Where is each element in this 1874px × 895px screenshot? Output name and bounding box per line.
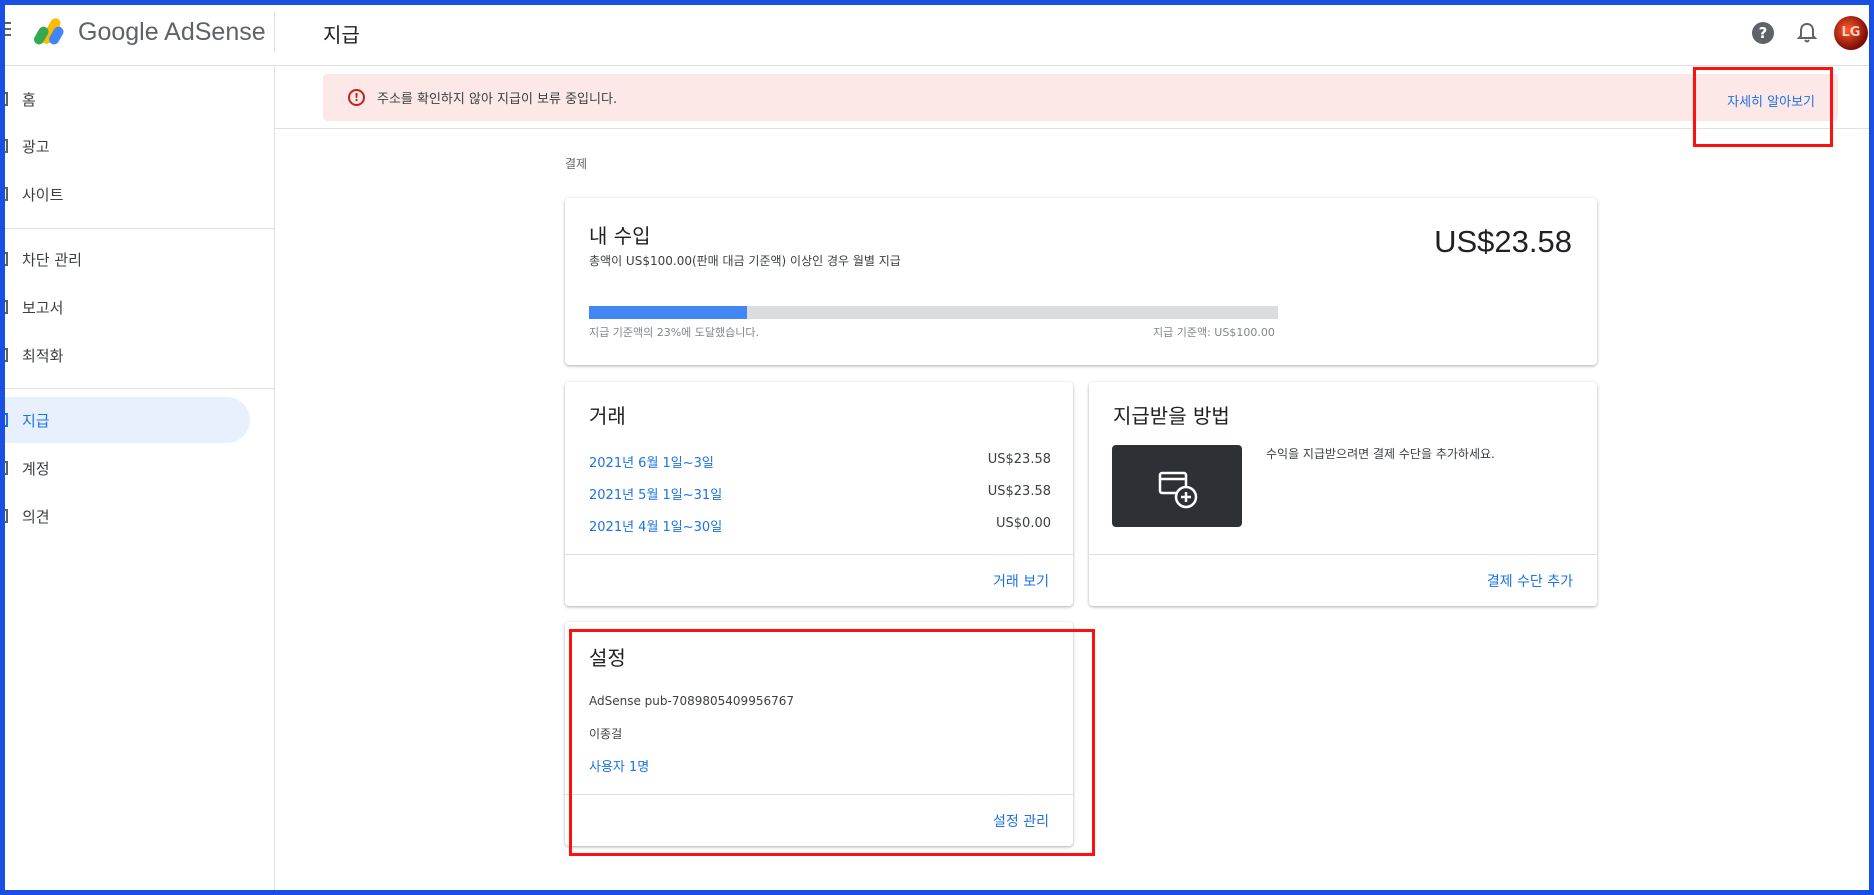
alert-text: 주소를 확인하지 않아 지급이 보류 중입니다. — [377, 92, 618, 107]
sidebar-item-reports[interactable]: 보고서 — [0, 284, 250, 330]
ads-icon — [0, 139, 8, 153]
sidebar-item-label: 광고 — [22, 137, 50, 156]
sidebar-item-label: 지급 — [22, 411, 50, 430]
transaction-amount: US$0.00 — [996, 516, 1051, 531]
earnings-subtitle: 총액이 US$100.00(판매 대금 기준액) 이상인 경우 월별 지급 — [589, 254, 901, 268]
payment-method-card: 지급받을 방법 수익을 지급받으려면 결제 수단을 추가하세요. 결제 수단 추… — [1089, 382, 1597, 606]
payment-method-title: 지급받을 방법 — [1113, 404, 1230, 428]
home-icon — [0, 92, 8, 106]
sidebar-nav: 홈 광고 사이트 차단 관리 보고서 최적화 지급 계정 의견 — [0, 66, 275, 895]
feedback-icon — [0, 509, 8, 523]
threshold-text: 지급 기준액: US$100.00 — [1153, 326, 1275, 339]
header-divider — [274, 12, 275, 52]
page-title: 지급 — [323, 23, 360, 47]
account-gear-icon — [0, 461, 8, 475]
earnings-card: 내 수입 총액이 US$100.00(판매 대금 기준액) 이상인 경우 월별 … — [565, 198, 1597, 365]
sidebar-item-sites[interactable]: 사이트 — [0, 171, 250, 217]
error-icon: ! — [348, 89, 365, 106]
alert-banner: ! 주소를 확인하지 않아 지급이 보류 중입니다. 자세히 알아보기 — [323, 74, 1838, 121]
sidebar-item-label: 의견 — [22, 507, 50, 526]
highlight-box — [569, 629, 1095, 856]
add-payment-card-illustration — [1112, 445, 1242, 527]
sidebar-item-blocking-controls[interactable]: 차단 관리 — [0, 236, 250, 282]
card-footer: 거래 보기 — [565, 554, 1073, 606]
sidebar-item-ads[interactable]: 광고 — [0, 123, 250, 169]
view-transactions-link[interactable]: 거래 보기 — [993, 571, 1049, 591]
payments-icon — [0, 413, 8, 427]
sidebar-item-account[interactable]: 계정 — [0, 445, 250, 491]
breadcrumb: 결제 — [565, 157, 588, 171]
transaction-row: 2021년 5월 1일~31일 US$23.58 — [589, 484, 1051, 504]
transactions-title: 거래 — [589, 404, 626, 428]
top-app-bar: Google AdSense 지급 ? LG — [0, 0, 1874, 66]
card-footer: 결제 수단 추가 — [1089, 554, 1597, 606]
avatar[interactable]: LG — [1834, 16, 1868, 50]
transaction-date-link[interactable]: 2021년 4월 1일~30일 — [589, 516, 722, 535]
progress-text: 지급 기준액의 23%에 도달했습니다. — [589, 326, 759, 339]
transaction-date-link[interactable]: 2021년 6월 1일~3일 — [589, 452, 714, 471]
sidebar-item-optimization[interactable]: 최적화 — [0, 332, 250, 378]
sidebar-divider — [0, 228, 275, 229]
earnings-title: 내 수입 — [589, 224, 651, 248]
notification-bell-icon[interactable] — [1797, 22, 1817, 44]
optimization-icon — [0, 348, 8, 362]
help-icon[interactable]: ? — [1752, 22, 1774, 44]
transaction-date-link[interactable]: 2021년 5월 1일~31일 — [589, 484, 722, 503]
sites-icon — [0, 187, 8, 201]
sidebar-item-feedback[interactable]: 의견 — [0, 493, 250, 539]
sidebar-item-label: 사이트 — [22, 185, 64, 204]
sidebar-item-label: 최적화 — [22, 346, 64, 365]
sidebar-item-payments[interactable]: 지급 — [0, 397, 250, 443]
sidebar-item-label: 홈 — [22, 90, 36, 109]
payment-threshold-progress — [589, 306, 1278, 319]
progress-fill — [589, 306, 748, 319]
transaction-row: 2021년 4월 1일~30일 US$0.00 — [589, 516, 1051, 536]
transaction-amount: US$23.58 — [987, 452, 1051, 467]
sidebar-item-label: 보고서 — [22, 298, 64, 317]
adsense-logo-icon — [34, 18, 64, 45]
add-payment-method-link[interactable]: 결제 수단 추가 — [1487, 571, 1573, 591]
transaction-row: 2021년 6월 1일~3일 US$23.58 — [589, 452, 1051, 472]
highlight-box — [1693, 67, 1833, 147]
transaction-amount: US$23.58 — [987, 484, 1051, 499]
sidebar-item-label: 계정 — [22, 459, 50, 478]
reports-icon — [0, 300, 8, 314]
app-name: Google AdSense — [78, 18, 266, 46]
sidebar-divider — [0, 388, 275, 389]
hamburger-menu-icon[interactable] — [2, 22, 14, 42]
sidebar-item-label: 차단 관리 — [22, 250, 82, 269]
transactions-card: 거래 2021년 6월 1일~3일 US$23.58 2021년 5월 1일~3… — [565, 382, 1073, 606]
credit-card-add-icon — [1158, 471, 1198, 509]
block-icon — [0, 252, 8, 266]
sidebar-item-home[interactable]: 홈 — [0, 76, 250, 122]
content-divider — [275, 128, 1874, 129]
earnings-amount: US$23.58 — [1434, 224, 1572, 259]
payment-method-description: 수익을 지급받으려면 결제 수단을 추가하세요. — [1266, 447, 1495, 461]
